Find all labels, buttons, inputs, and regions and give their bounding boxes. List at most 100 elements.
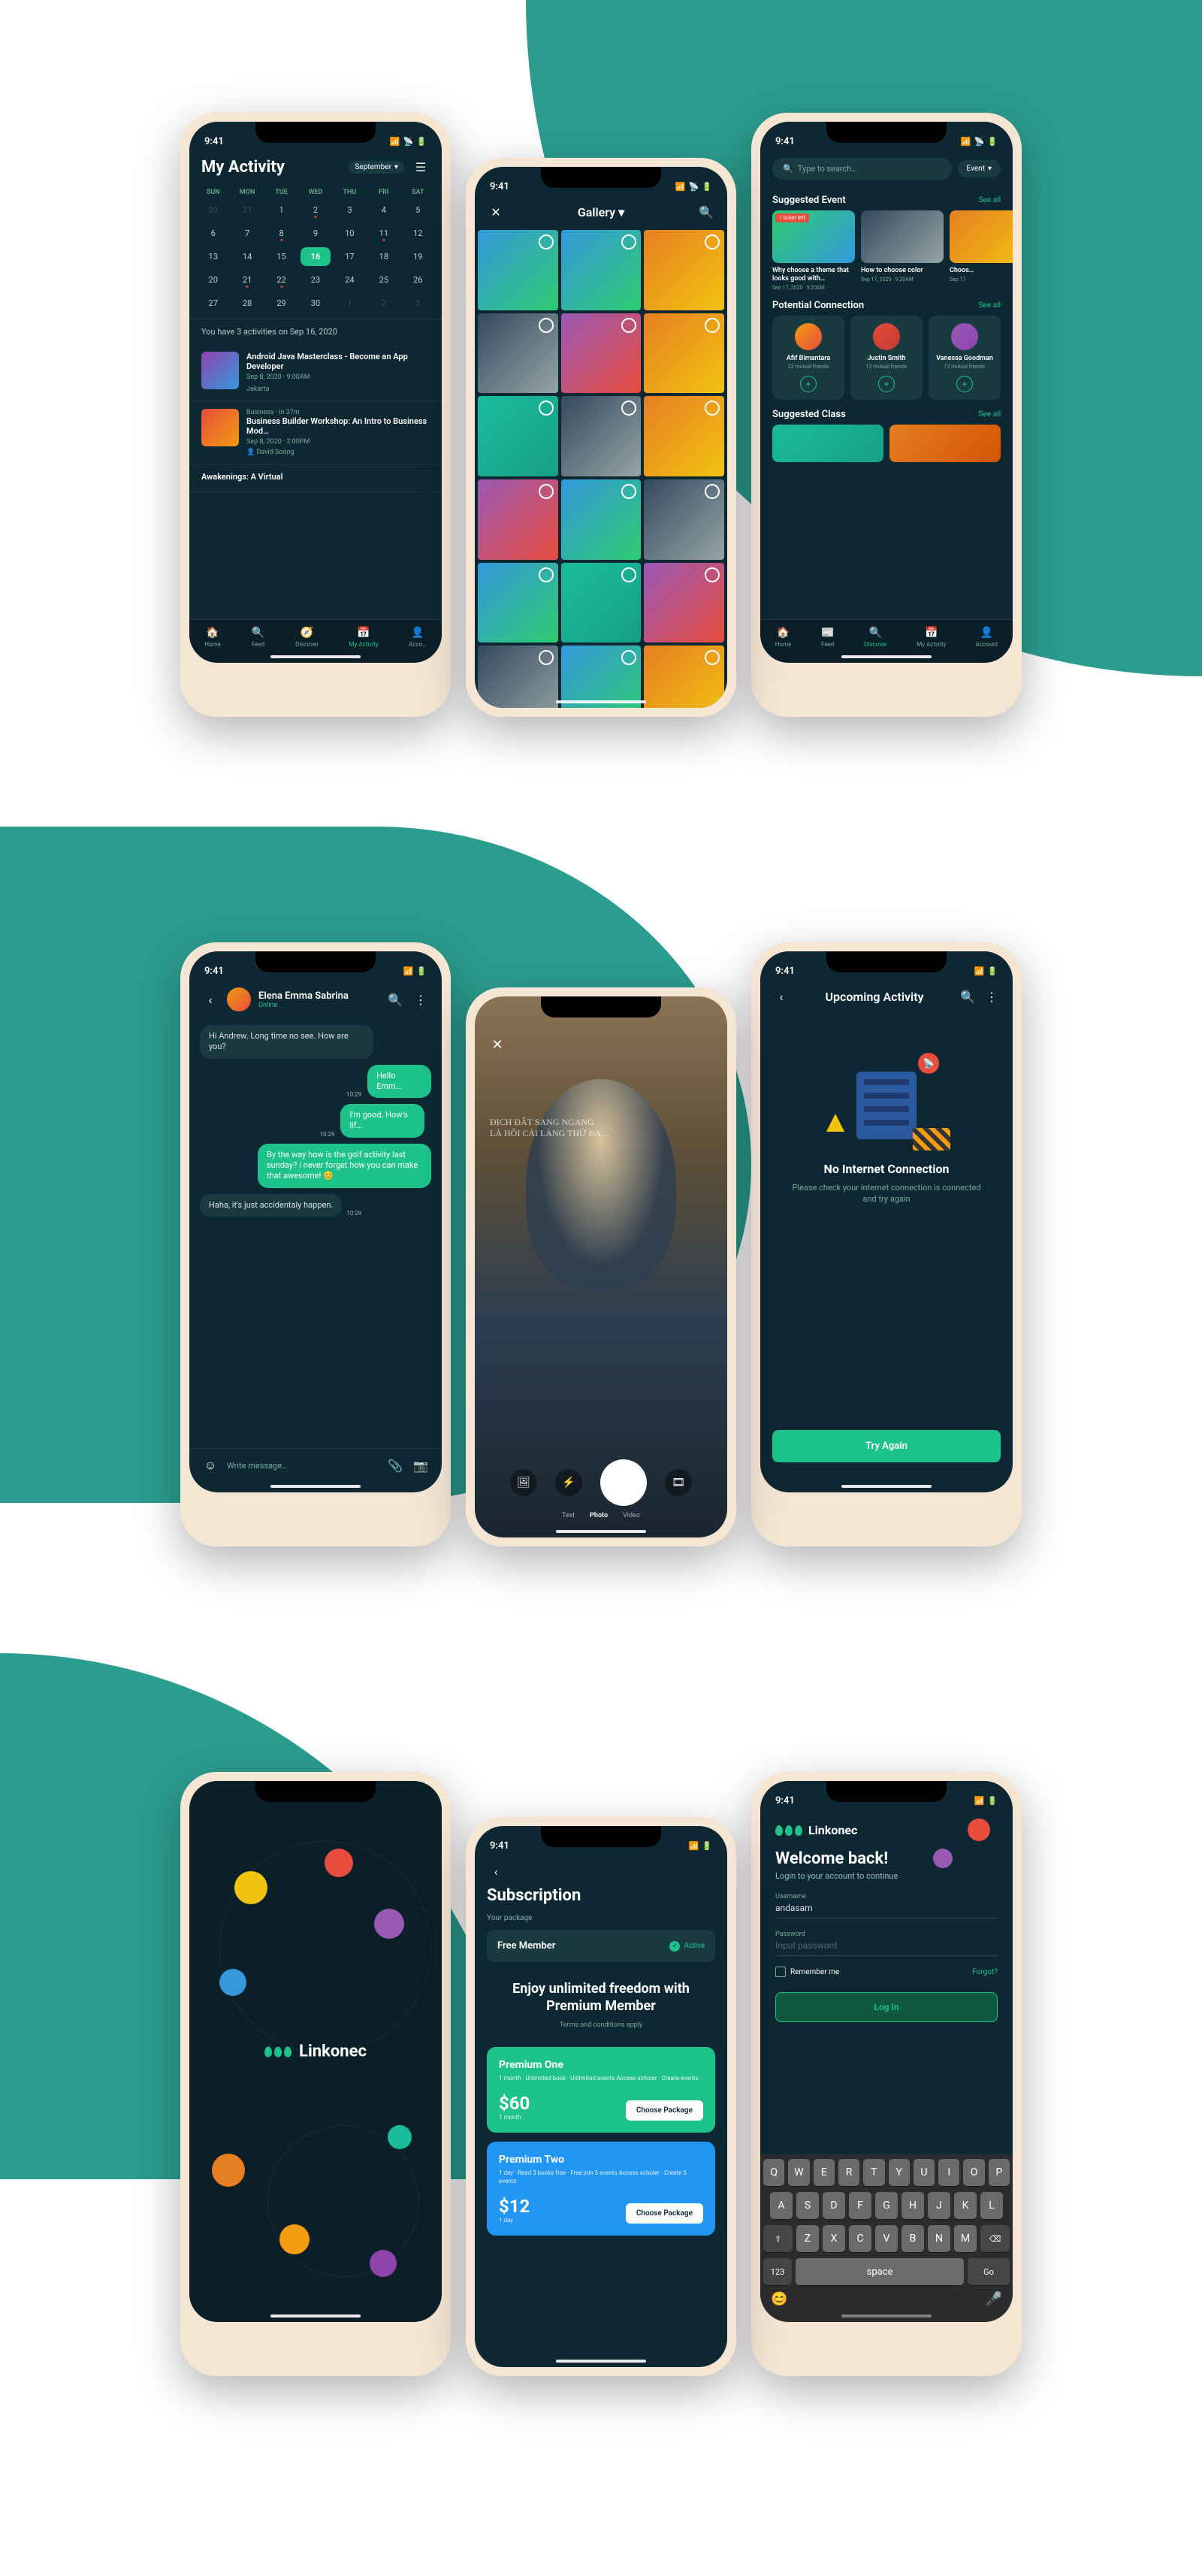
home-indicator[interactable] xyxy=(270,2314,361,2317)
see-all-link[interactable]: See all xyxy=(979,196,1001,204)
nav-discover[interactable]: 🔍Discover xyxy=(864,626,887,648)
calendar-day[interactable]: 3 xyxy=(403,294,433,313)
keyboard-key[interactable]: O xyxy=(963,2159,984,2186)
message-input[interactable]: Write message… xyxy=(227,1461,379,1471)
search-input[interactable]: 🔍Type to search… xyxy=(772,158,952,180)
calendar-day[interactable]: 23 xyxy=(300,271,330,289)
add-connection-button[interactable]: + xyxy=(800,376,817,392)
gallery-item[interactable] xyxy=(478,313,558,394)
keyboard-key[interactable]: V xyxy=(875,2225,898,2252)
calendar-day[interactable]: 17 xyxy=(335,247,364,266)
keyboard-key[interactable]: L xyxy=(980,2192,1003,2219)
calendar-day[interactable]: 8 xyxy=(267,224,296,243)
forgot-link[interactable]: Forgot? xyxy=(972,1968,998,1976)
back-icon[interactable]: ‹ xyxy=(201,990,219,1008)
calendar-day[interactable]: 9 xyxy=(300,224,330,243)
keyboard-key[interactable]: B xyxy=(902,2225,924,2252)
choose-package-button[interactable]: Choose Package xyxy=(626,2100,703,2121)
month-selector[interactable]: September ▾ xyxy=(349,161,404,174)
nav-activity[interactable]: 📅My Activity xyxy=(349,626,379,648)
password-field[interactable]: Password Input password xyxy=(775,1930,998,1956)
search-icon[interactable]: 🔍 xyxy=(697,203,715,221)
keyboard-key[interactable]: N xyxy=(928,2225,950,2252)
nav-home[interactable]: 🏠Home xyxy=(775,626,792,648)
activity-card[interactable]: Android Java Masterclass - Become an App… xyxy=(189,344,442,401)
effects-icon[interactable]: 🎞 xyxy=(665,1469,692,1496)
search-icon[interactable]: 🔍 xyxy=(959,987,977,1005)
see-all-link[interactable]: See all xyxy=(979,301,1001,310)
gallery-item[interactable] xyxy=(561,230,642,310)
calendar-day[interactable]: 28 xyxy=(232,294,261,313)
keyboard-key[interactable]: W xyxy=(788,2159,809,2186)
keyboard-mic-icon[interactable]: 🎤 xyxy=(986,2291,1002,2307)
class-card[interactable] xyxy=(772,425,883,462)
calendar-day[interactable]: 27 xyxy=(198,294,228,313)
calendar-day[interactable]: 26 xyxy=(403,271,433,289)
filter-dropdown[interactable]: Event ▾ xyxy=(958,160,1001,177)
shutter-button[interactable] xyxy=(600,1459,647,1506)
gallery-item[interactable] xyxy=(644,230,724,310)
calendar-day[interactable]: 31 xyxy=(232,201,261,219)
gallery-item[interactable] xyxy=(644,396,724,476)
keyboard-key[interactable]: C xyxy=(849,2225,871,2252)
keyboard-key[interactable]: G xyxy=(875,2192,898,2219)
close-icon[interactable]: ✕ xyxy=(487,1034,508,1055)
keyboard-go[interactable]: Go xyxy=(968,2258,1010,2285)
page-title[interactable]: Gallery ▾ xyxy=(578,205,624,219)
see-all-link[interactable]: See all xyxy=(979,410,1001,419)
keyboard-key[interactable]: S xyxy=(796,2192,819,2219)
calendar-day[interactable]: 29 xyxy=(267,294,296,313)
activity-card[interactable]: Awakenings: A Virtual xyxy=(189,464,442,492)
more-icon[interactable]: ⋮ xyxy=(412,990,430,1008)
username-field[interactable]: Username andasam xyxy=(775,1893,998,1918)
keyboard-key[interactable]: Z xyxy=(796,2225,819,2252)
home-indicator[interactable] xyxy=(556,700,646,703)
more-icon[interactable]: ⋮ xyxy=(983,987,1001,1005)
nav-feed[interactable]: 📰Feed xyxy=(821,626,835,648)
keyboard-numkey[interactable]: 123 xyxy=(763,2258,792,2285)
calendar-day[interactable]: 10 xyxy=(335,224,364,243)
gallery-item[interactable] xyxy=(478,563,558,643)
calendar-day[interactable]: 5 xyxy=(403,201,433,219)
calendar-day[interactable]: 19 xyxy=(403,247,433,266)
connection-card[interactable]: Vanessa Goodman 12 mutual friends + xyxy=(929,316,1001,400)
back-icon[interactable]: ‹ xyxy=(487,1862,505,1880)
gallery-item[interactable] xyxy=(478,479,558,560)
keyboard-key[interactable]: T xyxy=(863,2159,884,2186)
calendar-day[interactable]: 13 xyxy=(198,247,228,266)
keyboard-key[interactable]: H xyxy=(902,2192,924,2219)
calendar-day[interactable]: 30 xyxy=(198,201,228,219)
keyboard-key[interactable]: M xyxy=(954,2225,977,2252)
nav-feed[interactable]: 🔍Feed xyxy=(251,626,264,648)
calendar-day[interactable]: 20 xyxy=(198,271,228,289)
keyboard-space[interactable]: space xyxy=(796,2258,964,2285)
keyboard-key[interactable]: ⌫ xyxy=(980,2225,1010,2252)
gallery-item[interactable] xyxy=(644,646,724,708)
flash-icon[interactable]: ⚡ xyxy=(555,1469,582,1496)
home-indicator[interactable] xyxy=(270,1485,361,1488)
calendar-day[interactable]: 3 xyxy=(335,201,364,219)
calendar-day[interactable]: 7 xyxy=(232,224,261,243)
gallery-preview-button[interactable]: 🖼 xyxy=(510,1469,537,1496)
nav-account[interactable]: 👤Account xyxy=(976,626,998,648)
login-button[interactable]: Log In xyxy=(775,1992,998,2022)
keyboard-key[interactable]: X xyxy=(823,2225,845,2252)
nav-home[interactable]: 🏠Home xyxy=(204,626,221,648)
keyboard-key[interactable]: D xyxy=(823,2192,845,2219)
nav-discover[interactable]: 🧭Discover xyxy=(295,626,319,648)
event-card[interactable]: How to choose color Sep 17, 2020 · 9:20A… xyxy=(861,210,944,291)
calendar-day[interactable]: 12 xyxy=(403,224,433,243)
home-indicator[interactable] xyxy=(270,655,361,658)
nav-account[interactable]: 👤Acco… xyxy=(409,626,427,648)
chat-messages[interactable]: Hi Andrew. Long time no see. How are you… xyxy=(189,1017,442,1448)
keyboard-key[interactable]: F xyxy=(849,2192,871,2219)
activity-card[interactable]: Business · in 37m Business Builder Works… xyxy=(189,401,442,464)
home-indicator[interactable] xyxy=(841,655,932,658)
calendar-day-selected[interactable]: 16 xyxy=(300,247,330,266)
home-indicator[interactable] xyxy=(841,1485,932,1488)
keyboard-key[interactable]: R xyxy=(838,2159,859,2186)
gallery-item[interactable] xyxy=(478,230,558,310)
calendar-day[interactable]: 11 xyxy=(369,224,398,243)
nav-activity[interactable]: 📅My Activity xyxy=(917,626,946,648)
close-icon[interactable]: ✕ xyxy=(487,203,505,221)
